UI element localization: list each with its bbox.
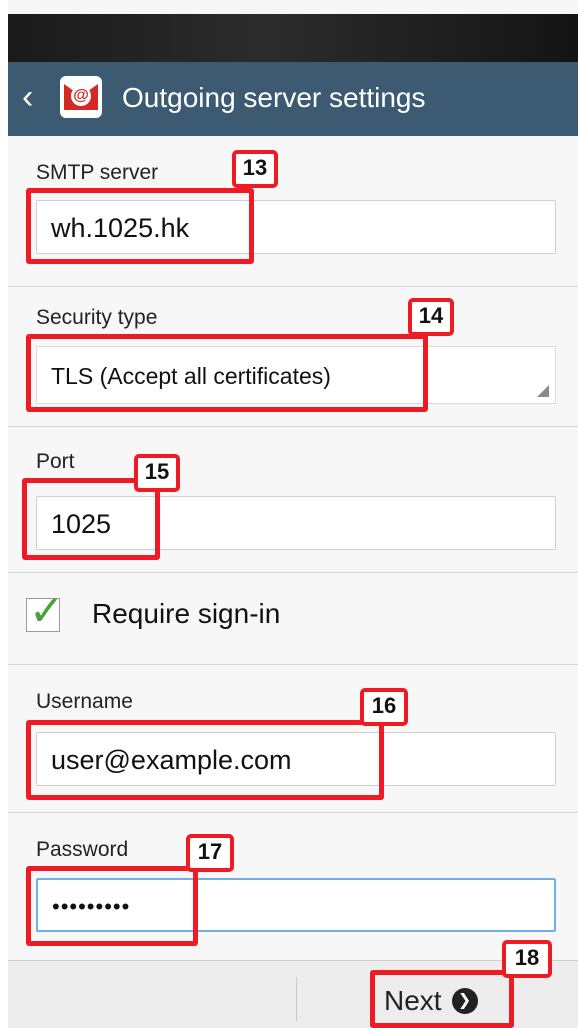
security-type-label: Security type: [36, 306, 158, 329]
divider: [8, 426, 578, 427]
step-badge-17: 17: [186, 834, 234, 872]
highlight-security-type: [26, 334, 428, 412]
checkmark-icon: ✓: [29, 587, 65, 634]
divider: [8, 664, 578, 665]
port-label: Port: [36, 450, 75, 473]
step-badge-16: 16: [360, 688, 408, 726]
app-bar: ‹ @ Outgoing server settings: [8, 62, 578, 136]
back-arrow-icon[interactable]: ‹: [22, 80, 33, 114]
page-title: Outgoing server settings: [122, 82, 426, 113]
highlight-smtp-server: [26, 188, 254, 264]
smtp-server-label: SMTP server: [36, 161, 159, 184]
divider: [8, 572, 578, 573]
step-badge-14: 14: [408, 298, 454, 336]
divider: [8, 812, 578, 813]
button-divider: [296, 977, 297, 1021]
require-signin-checkbox[interactable]: ✓: [26, 587, 64, 634]
email-app-icon: @: [60, 76, 102, 118]
highlight-next: [370, 970, 514, 1028]
password-label: Password: [36, 838, 129, 861]
step-badge-13: 13: [232, 150, 278, 188]
username-label: Username: [36, 690, 133, 713]
phone-screen: ‹ @ Outgoing server settings SMTP server…: [8, 0, 578, 1028]
step-badge-18: 18: [502, 940, 552, 978]
dropdown-corner-icon: [537, 385, 549, 397]
require-signin-label: Require sign-in: [92, 598, 281, 629]
step-badge-15: 15: [134, 454, 180, 492]
highlight-username: [26, 720, 384, 800]
highlight-password: [26, 866, 198, 946]
divider: [8, 286, 578, 287]
status-bar: [8, 14, 578, 62]
